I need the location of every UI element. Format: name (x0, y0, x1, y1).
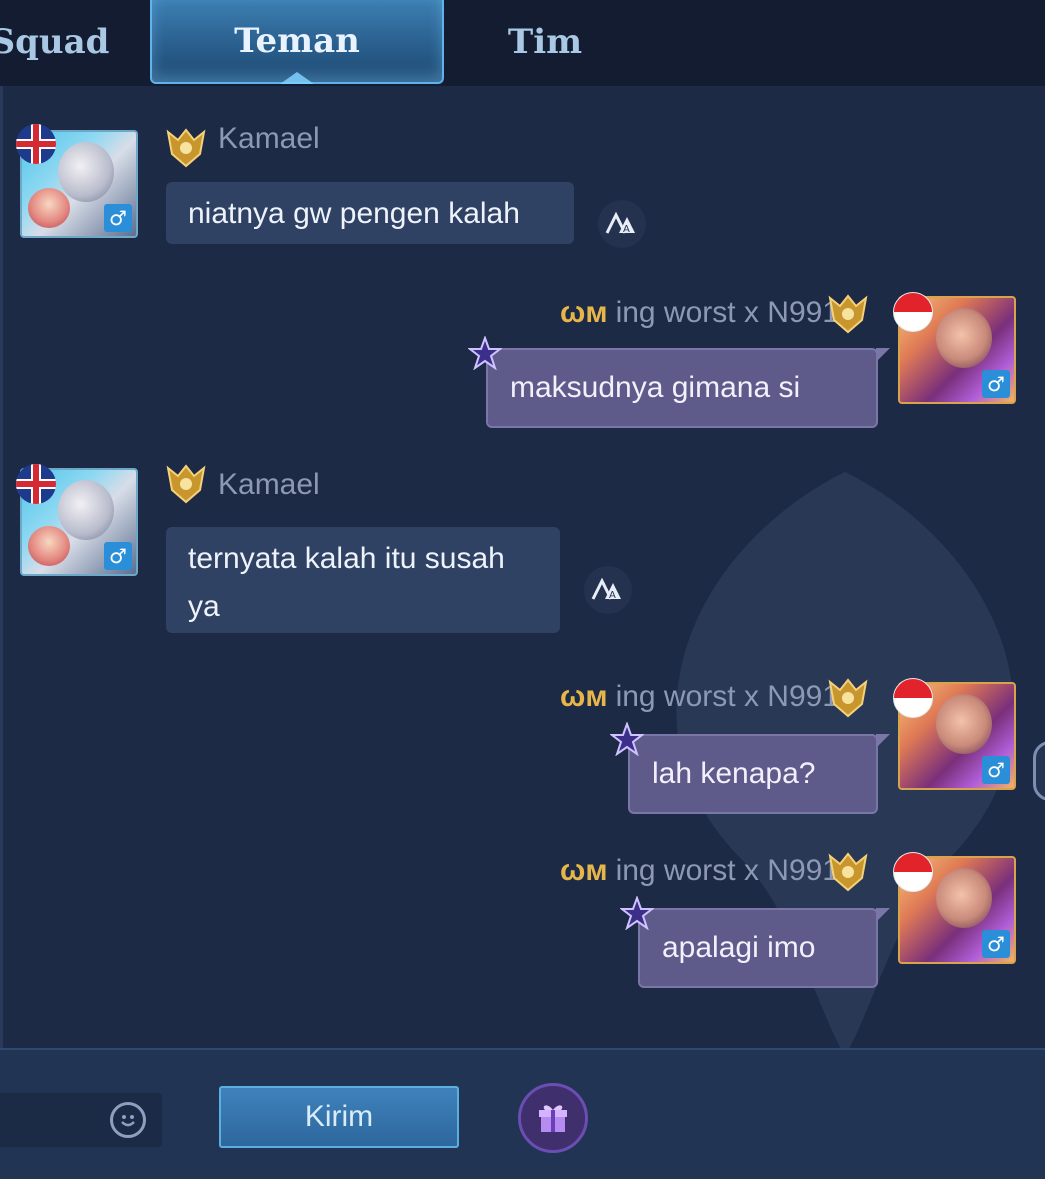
translate-icon[interactable]: A (584, 566, 632, 614)
message-input[interactable] (0, 1093, 162, 1147)
male-gender-icon: ♂ (982, 756, 1010, 784)
sender-name: Kamael (218, 122, 320, 155)
gold-rank-badge-icon (828, 294, 868, 334)
tab-squad[interactable]: Squad (0, 0, 130, 84)
message-text: apalagi imo (662, 931, 816, 964)
translate-icon[interactable]: A (598, 200, 646, 248)
avatar-portrait (936, 308, 992, 368)
sender-name-self: ωм ing worst x N991 (560, 680, 839, 714)
singapore-flag-icon (893, 852, 933, 892)
message-bubble-incoming[interactable]: ternyata kalah itu susah ya (166, 527, 560, 633)
send-button[interactable]: Kirim (219, 1086, 459, 1148)
uk-flag-icon (16, 464, 56, 504)
gold-rank-badge-icon (166, 128, 206, 168)
chat-message-list[interactable]: ♂ Kamael niatnya gw pengen kalah A ωм ing… (0, 86, 1045, 1048)
sender-name: Kamael (218, 468, 320, 501)
active-tab-indicator (280, 72, 314, 84)
avatar-portrait (936, 694, 992, 754)
avatar-portrait (936, 868, 992, 928)
message-text-line: ternyata kalah itu susah (188, 542, 505, 575)
avatar-portrait (58, 480, 114, 540)
side-panel-handle[interactable] (1033, 741, 1045, 801)
male-gender-icon: ♂ (104, 204, 132, 232)
avatar-portrait (58, 142, 114, 202)
gold-rank-badge-icon (166, 464, 206, 504)
star-badge-icon (620, 896, 654, 930)
message-text: niatnya gw pengen kalah (188, 197, 520, 230)
star-badge-icon (610, 722, 644, 756)
squad-tag: ωм (560, 854, 608, 887)
squad-tag: ωм (560, 296, 608, 329)
message-bubble-outgoing[interactable]: apalagi imo (638, 908, 890, 988)
message-bubble-outgoing[interactable]: maksudnya gimana si (486, 348, 890, 428)
male-gender-icon: ♂ (982, 370, 1010, 398)
message-text: maksudnya gimana si (510, 371, 801, 404)
gift-icon[interactable] (518, 1083, 588, 1153)
sender-name-text: ing worst x N991 (615, 296, 839, 329)
tab-teman-label: Teman (234, 21, 360, 61)
chat-tab-bar: Squad Teman Tim (0, 0, 1045, 86)
message-bubble-outgoing[interactable]: lah kenapa? (628, 734, 890, 814)
male-gender-icon: ♂ (982, 930, 1010, 958)
svg-text:A: A (609, 590, 616, 601)
squad-tag: ωм (560, 680, 608, 713)
gold-rank-badge-icon (828, 678, 868, 718)
singapore-flag-icon (893, 292, 933, 332)
tab-tim[interactable]: Tim (460, 0, 630, 84)
message-bubble-incoming[interactable]: niatnya gw pengen kalah (166, 182, 574, 244)
emoji-icon[interactable] (110, 1102, 146, 1138)
uk-flag-icon (16, 124, 56, 164)
message-text: lah kenapa? (652, 757, 816, 790)
sender-name-self: ωм ing worst x N991 (560, 854, 839, 888)
sender-name-self: ωм ing worst x N991 (560, 296, 839, 330)
message-text-line: ya (188, 590, 220, 623)
sender-name-text: ing worst x N991 (615, 680, 839, 713)
tab-teman[interactable]: Teman (150, 0, 444, 84)
avatar-mini-character (28, 188, 70, 228)
avatar-mini-character (28, 526, 70, 566)
left-edge-divider (0, 86, 3, 1048)
singapore-flag-icon (893, 678, 933, 718)
gold-rank-badge-icon (828, 852, 868, 892)
message-composer: Kirim (0, 1048, 1045, 1179)
svg-text:A: A (623, 224, 630, 235)
star-badge-icon (468, 336, 502, 370)
sender-name-text: ing worst x N991 (615, 854, 839, 887)
male-gender-icon: ♂ (104, 542, 132, 570)
